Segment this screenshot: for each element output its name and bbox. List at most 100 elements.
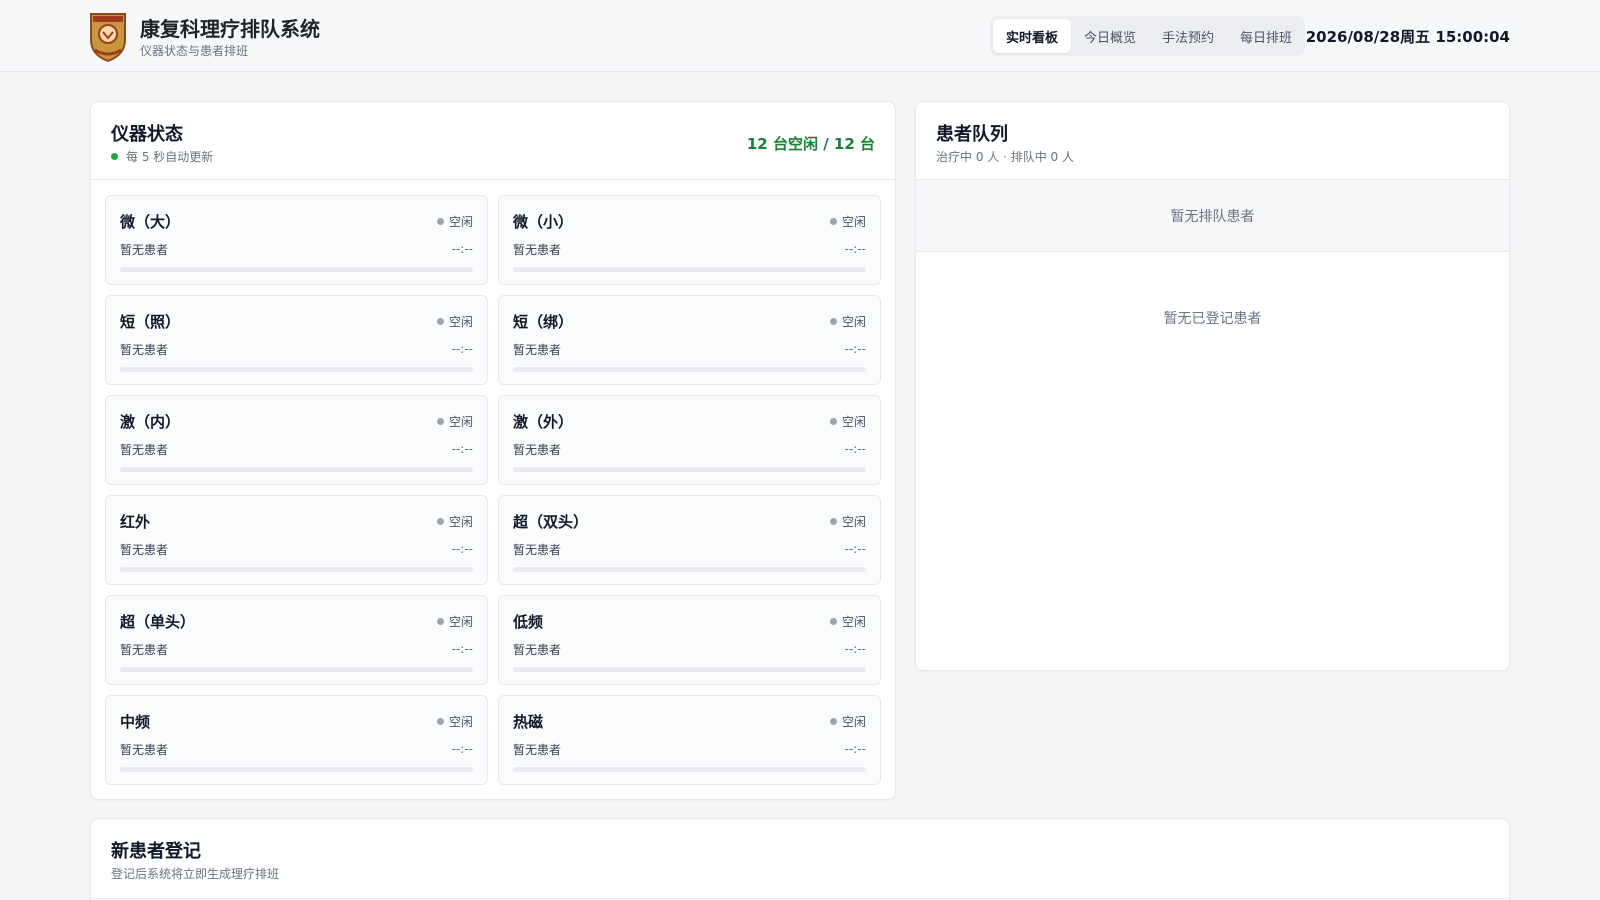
device-status-text: 空闲 <box>448 315 473 329</box>
current-datetime: 2026/08/28周五 15:00:04 <box>1305 28 1510 46</box>
device-patient: 暂无患者 <box>120 443 169 457</box>
device-status-panel: 仪器状态 每 5 秒自动更新 12 台空闲 / 12 台 微（大） 空闲 暂无患者 -… <box>90 101 896 800</box>
register-panel-title: 新患者登记 <box>111 841 201 862</box>
live-indicator-icon <box>111 153 118 160</box>
device-progress-bar <box>120 767 473 772</box>
device-progress-bar <box>513 767 866 772</box>
device-progress-bar <box>120 367 473 372</box>
device-panel-header: 仪器状态 每 5 秒自动更新 12 台空闲 / 12 台 <box>91 102 895 180</box>
device-status-badge: 空闲 <box>436 513 473 530</box>
device-status-text: 空闲 <box>448 615 473 629</box>
top-header: 康复科理疗排队系统 仪器状态与患者排班 实时看板 今日概览 手法预约 每日排班 … <box>0 0 1600 72</box>
register-panel-subtitle: 登记后系统将立即生成理疗排班 <box>111 867 280 881</box>
device-card[interactable]: 激（外） 空闲 暂无患者 --:-- <box>498 395 881 485</box>
view-tabs: 实时看板 今日概览 手法预约 每日排班 <box>990 16 1305 56</box>
device-remaining-time: --:-- <box>844 642 866 656</box>
registered-empty-state: 暂无已登记患者 <box>1163 311 1262 327</box>
device-card[interactable]: 中频 空闲 暂无患者 --:-- <box>105 695 488 785</box>
status-dot-icon <box>829 318 837 325</box>
device-patient: 暂无患者 <box>120 743 169 757</box>
device-name: 短（照） <box>120 313 181 331</box>
device-panel-title: 仪器状态 <box>111 124 183 145</box>
device-progress-bar <box>513 667 866 672</box>
tab-realtime-board[interactable]: 实时看板 <box>993 19 1072 53</box>
hospital-crest-icon <box>89 10 127 63</box>
status-dot-icon <box>829 218 837 225</box>
device-card[interactable]: 超（单头） 空闲 暂无患者 --:-- <box>105 595 488 685</box>
device-card[interactable]: 超（双头） 空闲 暂无患者 --:-- <box>498 495 881 585</box>
device-status-badge: 空闲 <box>829 313 866 330</box>
device-remaining-time: --:-- <box>451 442 473 456</box>
tab-today-overview[interactable]: 今日概览 <box>1071 19 1149 53</box>
device-patient: 暂无患者 <box>120 543 169 557</box>
device-status-badge: 空闲 <box>829 213 866 230</box>
free-device-count: 12 台空闲 / 12 台 <box>746 135 875 153</box>
device-status-badge: 空闲 <box>436 713 473 730</box>
device-status-text: 空闲 <box>448 415 473 429</box>
device-remaining-time: --:-- <box>451 542 473 556</box>
device-status-text: 空闲 <box>841 215 866 229</box>
device-status-badge: 空闲 <box>829 413 866 430</box>
device-status-text: 空闲 <box>841 315 866 329</box>
device-name: 微（小） <box>513 213 574 231</box>
device-patient: 暂无患者 <box>513 243 562 257</box>
device-card[interactable]: 激（内） 空闲暂无患者 --:-- <box>105 395 488 485</box>
status-dot-icon <box>829 518 837 525</box>
device-name: 超（单头） <box>120 613 196 631</box>
device-name: 低频 <box>513 613 544 631</box>
device-status-badge: 空闲 <box>436 213 473 230</box>
status-dot-icon <box>436 318 444 325</box>
device-grid: 微（大） 空闲 暂无患者 --:-- 微（小） 空闲 暂无患者 --:-- 短（照） 空闲 暂无患者… <box>105 195 881 785</box>
device-status-badge: 空闲 <box>436 313 473 330</box>
queue-summary: 治疗中 0 人 · 排队中 0 人 <box>936 150 1074 164</box>
device-remaining-time: --:-- <box>844 242 866 256</box>
device-status-badge: 空闲 <box>829 713 866 730</box>
status-dot-icon <box>436 618 444 625</box>
device-name: 激（内） <box>120 413 181 431</box>
device-name: 短（绑） <box>513 313 574 331</box>
app-subtitle: 仪器状态与患者排班 <box>140 44 249 58</box>
device-progress-bar <box>513 267 866 272</box>
device-remaining-time: --:-- <box>844 442 866 456</box>
device-patient: 暂无患者 <box>513 643 562 657</box>
device-status-text: 空闲 <box>841 515 866 529</box>
device-card[interactable]: 短（照） 空闲 暂无患者 --:-- <box>105 295 488 385</box>
device-name: 激（外） <box>513 413 574 431</box>
device-card[interactable]: 微（小） 空闲暂无患者 --:-- <box>498 195 881 285</box>
device-status-text: 空闲 <box>841 415 866 429</box>
status-dot-icon <box>829 618 837 625</box>
status-dot-icon <box>829 718 837 725</box>
device-remaining-time: --:-- <box>451 642 473 656</box>
status-dot-icon <box>436 218 444 225</box>
status-dot-icon <box>436 418 444 425</box>
device-name: 热磁 <box>513 713 544 731</box>
auto-update-text: 每 5 秒自动更新 <box>126 150 214 164</box>
device-card[interactable]: 热磁 空闲 暂无患者 --:-- <box>498 695 881 785</box>
device-name: 中频 <box>120 713 151 731</box>
device-status-text: 空闲 <box>841 715 866 729</box>
device-card[interactable]: 微（大） 空闲 暂无患者 --:-- <box>105 195 488 285</box>
status-dot-icon <box>436 718 444 725</box>
device-remaining-time: --:-- <box>451 342 473 356</box>
device-status-badge: 空闲 <box>436 413 473 430</box>
device-card[interactable]: 低频 空闲暂无患者 --:-- <box>498 595 881 685</box>
device-name: 红外 <box>120 513 151 531</box>
device-card[interactable]: 短（绑） 空闲 暂无患者 --:-- <box>498 295 881 385</box>
queue-panel-header: 患者队列 治疗中 0 人 · 排队中 0 人 <box>916 102 1509 180</box>
device-patient: 暂无患者 <box>120 243 169 257</box>
device-progress-bar <box>120 567 473 572</box>
tab-manual-appointment[interactable]: 手法预约 <box>1149 19 1227 53</box>
auto-update-note: 每 5 秒自动更新 <box>111 148 213 165</box>
device-remaining-time: --:-- <box>844 742 866 756</box>
device-progress-bar <box>120 667 473 672</box>
device-progress-bar <box>513 567 866 572</box>
device-patient: 暂无患者 <box>513 543 562 557</box>
device-card[interactable]: 红外 空闲暂无患者 --:-- <box>105 495 488 585</box>
register-panel-divider <box>91 898 1509 899</box>
new-patient-register-panel: 新患者登记 登记后系统将立即生成理疗排班 <box>90 818 1510 900</box>
device-status-badge: 空闲 <box>829 613 866 630</box>
device-name: 微（大） <box>120 213 181 231</box>
device-remaining-time: --:-- <box>844 542 866 556</box>
tab-daily-schedule[interactable]: 每日排班 <box>1227 19 1305 53</box>
device-status-text: 空闲 <box>841 615 866 629</box>
